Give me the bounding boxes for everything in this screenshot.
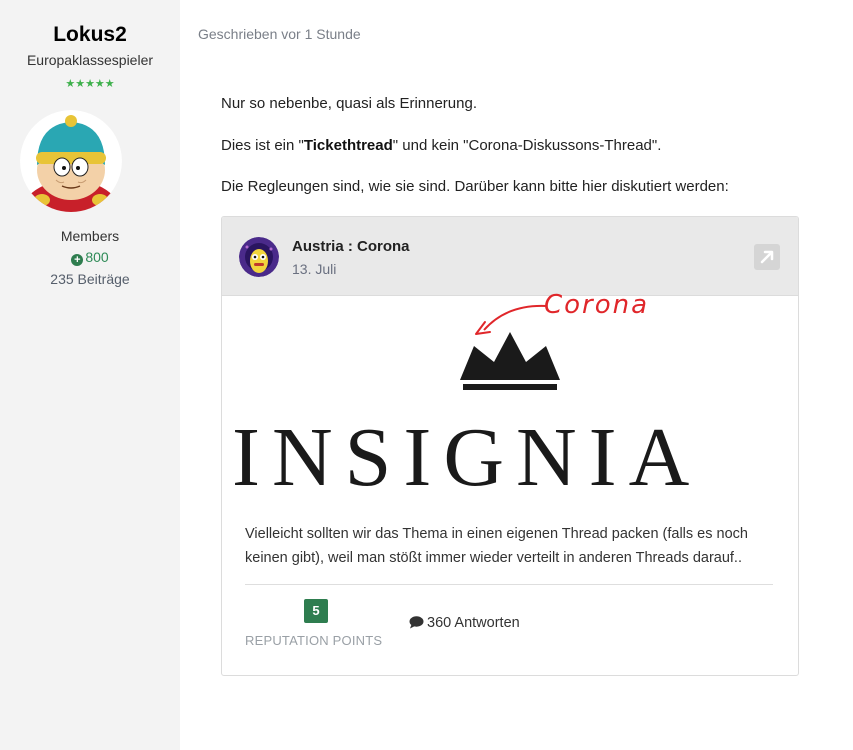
embed-topic-title[interactable]: Austria : Corona	[292, 238, 410, 255]
author-reputation-value: 800	[85, 249, 109, 265]
author-group: Members	[60, 228, 120, 244]
cartman-avatar-icon[interactable]	[20, 110, 122, 212]
post-timestamp[interactable]: Geschrieben vor 1 Stunde	[198, 26, 361, 42]
embed-divider	[245, 584, 773, 585]
author-rank-stars: ★★★★★	[65, 78, 115, 90]
post-paragraph-2-post: " und kein "Corona-Diskussons-Thread".	[392, 137, 662, 154]
crown-icon	[460, 332, 560, 380]
embed-author-avatar-icon[interactable]	[239, 237, 279, 277]
corona-handwritten-annotation: Corona	[544, 290, 650, 320]
embed-topic-excerpt: Vielleicht sollten wir das Thema in eine…	[245, 526, 748, 566]
author-sidebar: Lokus2 Europaklassespieler ★★★★★ Members…	[0, 0, 180, 750]
post-paragraph-2: Dies ist ein "Tickethtread" und kein "Co…	[221, 137, 661, 154]
insignia-logo-text: INSIGNIA	[232, 411, 702, 504]
embed-topic-date: 13. Juli	[292, 261, 337, 277]
post-paragraph-2-bold: Tickethtread	[303, 137, 393, 154]
comment-bubble-icon	[409, 616, 424, 633]
post-paragraph-2-pre: Dies ist ein "	[221, 137, 304, 154]
author-reputation: +800	[0, 249, 180, 266]
post-paragraph-3: Die Regleungen sind, wie sie sind. Darüb…	[221, 178, 729, 195]
external-link-icon[interactable]	[754, 244, 780, 270]
embedded-topic-card[interactable]: Austria : Corona 13. Juli Corona INSIGNI…	[221, 216, 799, 676]
embed-reputation-label: REPUTATION POINTS	[245, 633, 383, 648]
post-paragraph-1: Nur so nebenbe, quasi als Erinnerung.	[221, 95, 477, 112]
author-title: Europaklassespieler	[26, 52, 154, 68]
embed-replies-count: 360 Antworten	[427, 615, 520, 631]
embed-reputation-badge: 5	[304, 599, 328, 623]
embed-header: Austria : Corona 13. Juli	[222, 217, 798, 296]
embed-replies[interactable]: 360 Antworten	[409, 615, 520, 633]
embed-topic-image: Corona INSIGNIA	[222, 290, 798, 504]
author-post-count[interactable]: 235 Beiträge	[0, 271, 180, 287]
author-name[interactable]: Lokus2	[0, 23, 180, 47]
plus-icon: +	[71, 254, 84, 266]
